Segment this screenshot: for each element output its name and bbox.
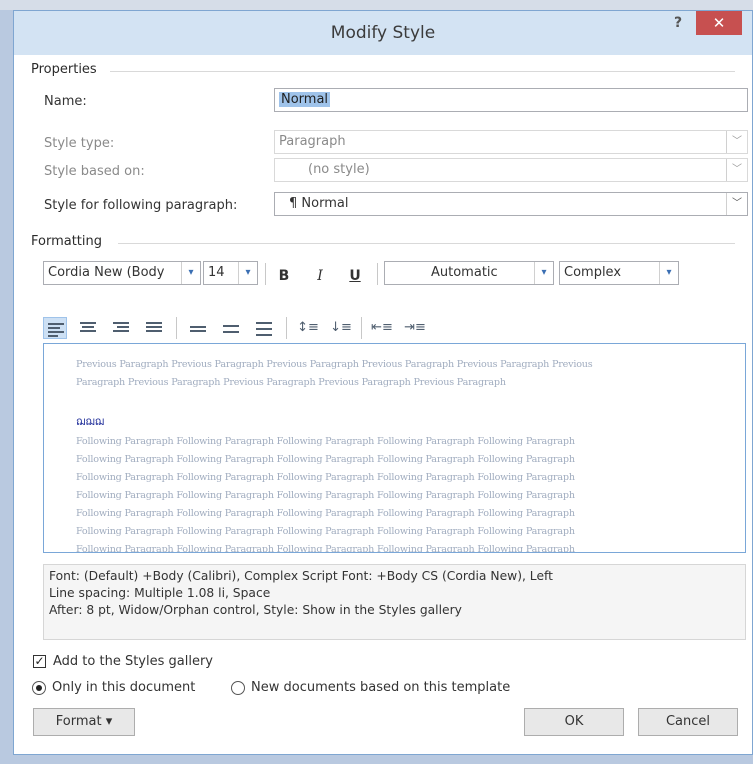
toolbar-divider (377, 263, 378, 285)
format-button[interactable]: Format ▾ (33, 708, 135, 736)
description-line: Font: (Default) +Body (Calibri), Complex… (49, 569, 553, 583)
following-paragraph-value: Normal (301, 196, 349, 211)
style-description: Font: (Default) +Body (Calibri), Complex… (43, 564, 746, 640)
sample-text: ฌฌฌ (76, 415, 105, 428)
properties-section-label: Properties (31, 62, 97, 77)
properties-divider (110, 71, 735, 72)
new-documents-label: New documents based on this template (251, 680, 511, 695)
add-to-gallery-label: Add to the Styles gallery (53, 654, 213, 669)
title-bar: Modify Style ? ✕ (14, 11, 752, 55)
background-window-strip (0, 0, 753, 10)
only-this-document-label: Only in this document (52, 680, 196, 695)
help-button[interactable]: ? (674, 15, 682, 31)
toolbar-divider (286, 317, 287, 339)
chevron-down-icon: ▾ (659, 262, 678, 284)
description-line: After: 8 pt, Widow/Orphan control, Style… (49, 603, 462, 617)
italic-button[interactable]: I (309, 265, 331, 287)
font-select[interactable]: Cordia New (Body ▾ (43, 261, 201, 285)
previous-paragraph-line: Paragraph Previous Paragraph Previous Pa… (76, 377, 506, 388)
following-paragraph-line: Following Paragraph Following Paragraph … (76, 436, 575, 447)
style-type-value: Paragraph (279, 134, 346, 149)
name-value: Normal (279, 92, 331, 107)
script-value: Complex (564, 265, 622, 280)
formatting-divider (118, 243, 735, 244)
decrease-indent-icon[interactable]: ⇤≡ (370, 317, 394, 339)
close-button[interactable]: ✕ (696, 11, 742, 35)
chevron-down-icon: ▾ (238, 262, 257, 284)
toolbar-divider (265, 263, 266, 285)
chevron-down-icon: ▾ (534, 262, 553, 284)
based-on-value: (no style) (308, 162, 370, 177)
close-icon: ✕ (712, 14, 726, 32)
toolbar-divider (176, 317, 177, 339)
modify-style-dialog: Modify Style ? ✕ Properties Name: Normal… (13, 10, 753, 755)
bold-button[interactable]: B (273, 265, 295, 287)
font-size-select[interactable]: 14 ▾ (203, 261, 258, 285)
format-button-label: Format (55, 714, 102, 729)
chevron-down-icon: ﹀ (726, 193, 747, 215)
toolbar-divider (361, 317, 362, 339)
style-type-select[interactable]: Paragraph ﹀ (274, 130, 748, 154)
name-label: Name: (44, 94, 87, 109)
style-preview-pane: Previous Paragraph Previous Paragraph Pr… (43, 343, 746, 553)
previous-paragraph-line: Previous Paragraph Previous Paragraph Pr… (76, 359, 593, 370)
align-left-button[interactable] (43, 317, 67, 339)
justify-button[interactable] (142, 317, 166, 339)
align-center-button[interactable] (76, 317, 100, 339)
following-paragraph-label: Style for following paragraph: (44, 198, 238, 213)
font-color-value: Automatic (431, 265, 498, 280)
following-paragraph-select[interactable]: ¶ Normal ﹀ (274, 192, 748, 216)
font-color-select[interactable]: Automatic ▾ (384, 261, 554, 285)
increase-indent-icon[interactable]: ⇥≡ (403, 317, 427, 339)
add-to-gallery-checkbox[interactable]: ✓ (33, 655, 46, 668)
new-documents-radio[interactable] (231, 681, 245, 695)
following-paragraph-line: Following Paragraph Following Paragraph … (76, 454, 575, 465)
checkmark-icon: ✓ (34, 654, 45, 668)
style-type-label: Style type: (44, 136, 115, 151)
underline-button[interactable]: U (344, 265, 366, 287)
name-field[interactable]: Normal (274, 88, 748, 112)
chevron-down-icon: ﹀ (726, 131, 747, 153)
following-paragraph-line: Following Paragraph Following Paragraph … (76, 544, 575, 553)
only-this-document-radio[interactable] (32, 681, 46, 695)
chevron-down-icon: ﹀ (726, 159, 747, 181)
chevron-down-icon: ▾ (181, 262, 200, 284)
align-right-button[interactable] (109, 317, 133, 339)
ok-button[interactable]: OK (524, 708, 624, 736)
one-half-spacing-button[interactable] (219, 317, 243, 339)
dropdown-arrow-icon: ▾ (105, 714, 113, 729)
based-on-select[interactable]: (no style) ﹀ (274, 158, 748, 182)
dialog-title: Modify Style (330, 23, 436, 43)
pilcrow-icon: ¶ (289, 196, 298, 211)
decrease-paragraph-spacing-icon[interactable]: ↓≡ (329, 317, 353, 339)
increase-paragraph-spacing-icon[interactable]: ↕≡ (296, 317, 320, 339)
following-paragraph-line: Following Paragraph Following Paragraph … (76, 526, 575, 537)
description-line: Line spacing: Multiple 1.08 li, Space (49, 586, 271, 600)
following-paragraph-line: Following Paragraph Following Paragraph … (76, 472, 575, 483)
double-spacing-button[interactable] (252, 317, 276, 339)
script-select[interactable]: Complex ▾ (559, 261, 679, 285)
single-spacing-button[interactable] (186, 317, 210, 339)
following-paragraph-line: Following Paragraph Following Paragraph … (76, 490, 575, 501)
based-on-label: Style based on: (44, 164, 145, 179)
font-size-value: 14 (208, 265, 225, 280)
formatting-section-label: Formatting (31, 234, 103, 249)
following-paragraph-line: Following Paragraph Following Paragraph … (76, 508, 575, 519)
font-value: Cordia New (Body (48, 265, 165, 280)
cancel-button[interactable]: Cancel (638, 708, 738, 736)
